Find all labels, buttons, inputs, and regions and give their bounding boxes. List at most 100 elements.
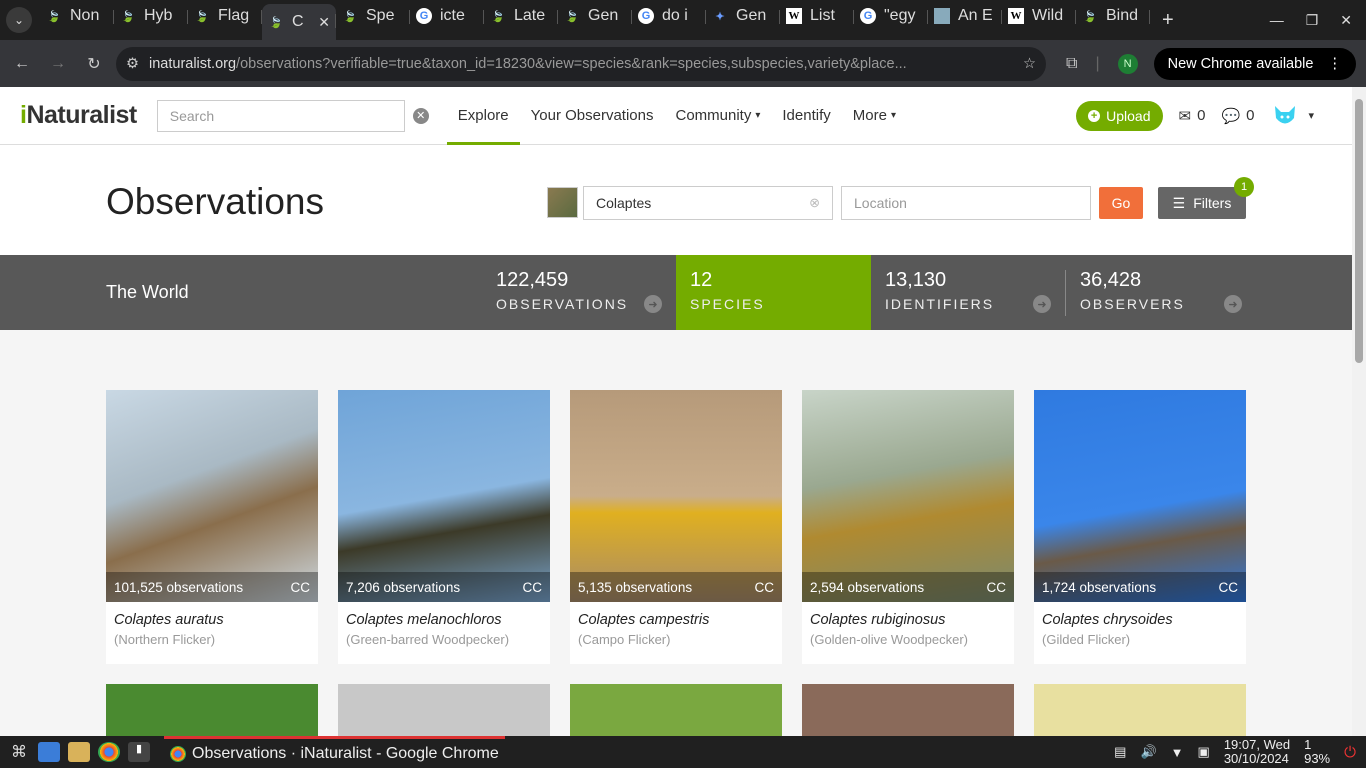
tab-search-chevron-icon[interactable]: ⌄ [6, 7, 32, 33]
species-photo[interactable]: 5,135 observations CC [570, 390, 782, 602]
wifi-icon[interactable]: ▼ [1171, 745, 1184, 760]
bookmark-star-icon[interactable]: ☆ [1023, 56, 1036, 72]
reload-icon[interactable]: ↻ [76, 54, 112, 74]
notifications-link[interactable]: 💬 0 [1221, 107, 1254, 125]
nav-explore[interactable]: Explore [446, 87, 520, 145]
stat-observations[interactable]: 122,459 OBSERVATIONS ➜ [476, 255, 676, 330]
site-info-icon[interactable]: ⚙ [126, 56, 139, 72]
species-photo[interactable] [802, 684, 1014, 736]
species-photo[interactable]: 2,594 observations CC [802, 390, 1014, 602]
taxon-input[interactable]: Colaptes ⊗ [583, 186, 833, 220]
photo-overlay: 101,525 observations CC [106, 572, 318, 602]
workspace-number: 1 [1304, 737, 1312, 752]
arrow-right-icon: ➜ [644, 295, 662, 313]
stat-observers[interactable]: 36,428 OBSERVERS ➜ [1066, 255, 1256, 330]
species-photo[interactable] [1034, 684, 1246, 736]
start-menu-icon[interactable]: ⌘ [8, 742, 30, 762]
user-menu[interactable]: ▾ [1270, 100, 1314, 131]
browser-tab[interactable]: 🍃 Late [484, 0, 558, 32]
species-card[interactable]: 2,594 observations CC Colaptes rubiginosus… [802, 390, 1014, 664]
browser-tab[interactable]: 🍃 Bind [1076, 0, 1150, 32]
species-card[interactable]: 1,724 observations CC Colaptes chrysoides (… [1034, 390, 1246, 664]
site-search-input[interactable]: Search [156, 99, 405, 132]
volume-icon[interactable]: 🔊 [1140, 744, 1156, 760]
address-bar[interactable]: ⚙ inaturalist.org/observations?verifiabl… [116, 46, 1046, 81]
browser-tab[interactable]: Gdo i [632, 0, 706, 32]
file-manager-icon[interactable] [68, 742, 90, 762]
browser-tab[interactable]: G "egy [854, 0, 928, 32]
browser-tab[interactable]: 🍃 Gen [558, 0, 632, 32]
species-photo[interactable]: 101,525 observations CC [106, 390, 318, 602]
species-photo[interactable] [570, 684, 782, 736]
battery-status[interactable]: 1 93% [1304, 738, 1330, 766]
forward-arrow-icon[interactable]: → [40, 55, 76, 73]
browser-tab[interactable]: An E [928, 0, 1002, 32]
main-nav: Explore Your Observations Community ▾ Ide… [446, 87, 907, 145]
clock[interactable]: 19:07, Wed 30/10/2024 [1224, 738, 1290, 766]
inat-favicon-icon: 🍃 [491, 10, 505, 23]
maximize-icon[interactable]: ❐ [1306, 12, 1319, 29]
browser-tab[interactable]: ✦ Gen [706, 0, 780, 32]
chrome-launcher-icon[interactable] [98, 742, 120, 762]
species-card[interactable]: 101,525 observations CC Colaptes auratus (N… [106, 390, 318, 664]
terminal-icon[interactable]: ▮ [128, 742, 150, 762]
filters-button[interactable]: ☰ Filters [1158, 187, 1246, 219]
notification-icon[interactable]: ▣ [1198, 744, 1210, 760]
show-desktop-icon[interactable] [38, 742, 60, 762]
nav-community[interactable]: Community ▾ [664, 87, 771, 145]
browser-tab[interactable]: 🍃 Hyb [114, 0, 188, 32]
power-icon[interactable]: ⏻ [1344, 744, 1356, 761]
tab-title: Late [514, 7, 546, 24]
species-photo[interactable] [106, 684, 318, 736]
stat-identifiers[interactable]: 13,130 IDENTIFIERS ➜ [871, 255, 1065, 330]
minimize-icon[interactable]: — [1270, 12, 1284, 29]
messages-link[interactable]: ✉ 0 [1179, 107, 1206, 125]
search-clear-icon[interactable]: ✕ [412, 107, 429, 124]
clear-taxon-icon[interactable]: ⊗ [809, 195, 820, 211]
stat-species[interactable]: 12 SPECIES [676, 255, 871, 330]
stats-bar: The World 122,459 OBSERVATIONS ➜ 12 SPEC… [0, 255, 1352, 330]
species-photo[interactable] [338, 684, 550, 736]
browser-tab[interactable]: 🍃 Spe [336, 0, 410, 32]
browser-tab[interactable]: W List [780, 0, 854, 32]
scientific-name[interactable]: Colaptes chrysoides [1034, 602, 1246, 628]
species-card[interactable]: 7,206 observations CC Colaptes melanochlor… [338, 390, 550, 664]
notifications-count: 0 [1246, 107, 1255, 124]
close-window-icon[interactable]: ✕ [1340, 12, 1352, 29]
nav-identify[interactable]: Identify [771, 87, 841, 145]
new-chrome-available-button[interactable]: New Chrome available ⋮ [1153, 47, 1356, 80]
browser-tab[interactable]: W Wild [1002, 0, 1076, 32]
profile-avatar[interactable]: N [1117, 53, 1138, 74]
nav-your-observations[interactable]: Your Observations [520, 87, 665, 145]
browser-tab[interactable]: 🍃 Flag [188, 0, 262, 32]
kebab-menu-icon[interactable]: ⋮ [1327, 56, 1342, 72]
species-photo[interactable]: 1,724 observations CC [1034, 390, 1246, 602]
scrollbar-thumb[interactable] [1355, 99, 1363, 363]
species-photo[interactable]: 7,206 observations CC [338, 390, 550, 602]
scientific-name[interactable]: Colaptes auratus [106, 602, 318, 628]
sliders-icon: ☰ [1172, 194, 1186, 211]
new-tab-plus-icon[interactable]: + [1162, 9, 1174, 32]
messages-count: 0 [1197, 107, 1206, 124]
extensions-puzzle-icon[interactable]: ⧉ [1066, 55, 1077, 73]
scientific-name[interactable]: Colaptes melanochloros [338, 602, 550, 628]
clipboard-icon[interactable]: ▤ [1114, 744, 1126, 760]
place-name: The World [106, 282, 189, 302]
nav-more[interactable]: More ▾ [842, 87, 907, 145]
location-input[interactable]: Location [841, 186, 1091, 220]
species-card[interactable]: 5,135 observations CC Colaptes campestris (… [570, 390, 782, 664]
inaturalist-logo[interactable]: iNaturalist [20, 101, 137, 130]
go-button[interactable]: Go [1099, 187, 1143, 219]
browser-tab[interactable]: Gicte [410, 0, 484, 32]
leaf-favicon-icon: 🍃 [195, 10, 209, 23]
close-tab-icon[interactable]: ✕ [318, 14, 330, 31]
scientific-name[interactable]: Colaptes campestris [570, 602, 782, 628]
browser-tab[interactable]: 🍃 Non [40, 0, 114, 32]
browser-tab[interactable]: 🍃 C ✕ [262, 4, 336, 40]
page-scrollbar[interactable] [1352, 87, 1366, 736]
taxon-value: Colaptes [596, 195, 652, 211]
upload-button[interactable]: + Upload [1076, 100, 1163, 131]
back-arrow-icon[interactable]: ← [4, 55, 40, 73]
scientific-name[interactable]: Colaptes rubiginosus [802, 602, 1014, 628]
taskbar-chrome-window[interactable]: Observations · iNaturalist - Google Chro… [164, 736, 505, 768]
